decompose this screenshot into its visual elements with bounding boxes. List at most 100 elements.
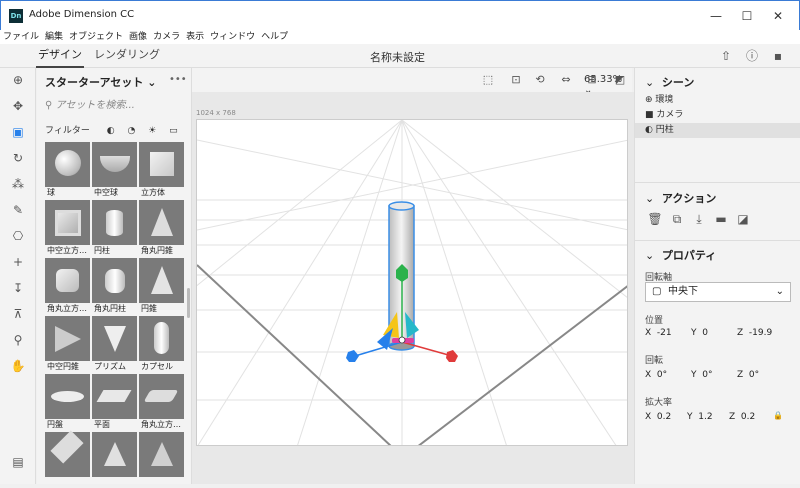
place-icon[interactable]: ◪ bbox=[735, 212, 751, 228]
add-icon[interactable]: ⊕ bbox=[8, 70, 28, 90]
scene-item-environment[interactable]: ⊕ 環境 bbox=[635, 93, 800, 108]
frame-icon[interactable]: ⬚ bbox=[480, 72, 496, 88]
asset-rounded-cone[interactable]: 角丸円錐 bbox=[139, 200, 184, 256]
render-preview-icon[interactable]: ◩ bbox=[612, 72, 628, 88]
scene-item-camera[interactable]: ■ カメラ bbox=[635, 108, 800, 123]
asset-sphere[interactable]: 球 bbox=[45, 142, 90, 198]
position-z-field[interactable]: Z -19.9 bbox=[737, 328, 772, 338]
menu-camera[interactable]: カメラ bbox=[150, 30, 183, 44]
drop-to-ground-icon[interactable]: ⤓ bbox=[691, 212, 707, 228]
menu-view[interactable]: 表示 bbox=[183, 30, 207, 44]
viewport-canvas[interactable] bbox=[196, 119, 628, 446]
feedback-icon[interactable]: ▪ bbox=[770, 48, 786, 64]
filter-row: フィルター ◐ ◔ ☀ ▭ bbox=[45, 123, 178, 136]
camera-dolly-icon[interactable]: ⊞ bbox=[584, 72, 600, 88]
pivot-icon: ▢ bbox=[652, 286, 662, 297]
magic-wand-icon[interactable]: ⁂ bbox=[8, 174, 28, 194]
assets-scrollbar[interactable] bbox=[187, 288, 190, 318]
tool-bar: ⊕ ✥ ▣ ↻ ⁂ ✎ ⎔ + ↧ ⊼ ⚲ ✋ ▤ bbox=[0, 68, 36, 484]
position-x-field[interactable]: X -21 bbox=[645, 328, 672, 338]
scale-x-field[interactable]: X 0.2 bbox=[645, 412, 671, 422]
scene-render bbox=[197, 120, 627, 445]
select-icon[interactable]: ✥ bbox=[8, 96, 28, 116]
move-icon[interactable]: ▣ bbox=[8, 122, 28, 142]
close-button[interactable]: ✕ bbox=[763, 6, 793, 26]
image-filter-icon[interactable]: ▭ bbox=[169, 126, 178, 136]
chevron-down-icon: ⌄ bbox=[775, 286, 784, 297]
menu-image[interactable]: 画像 bbox=[126, 30, 150, 44]
asset-rounded-cylinder[interactable]: 角丸円柱 bbox=[92, 258, 137, 314]
rotation-z-field[interactable]: Z 0° bbox=[737, 370, 759, 380]
rotate-icon[interactable]: ↻ bbox=[8, 148, 28, 168]
tab-design[interactable]: デザイン bbox=[36, 44, 84, 68]
menu-help[interactable]: ヘルプ bbox=[258, 30, 291, 44]
model-icon: ◐ bbox=[645, 125, 653, 135]
asset-pyramid-2[interactable] bbox=[139, 432, 184, 488]
camera-pan-icon[interactable]: ⇔ bbox=[558, 72, 574, 88]
asset-plane[interactable]: 平面 bbox=[92, 374, 137, 430]
filter-label: フィルター bbox=[45, 126, 90, 136]
app-logo: Dn bbox=[9, 9, 23, 23]
menu-object[interactable]: オブジェクト bbox=[66, 30, 126, 44]
material-filter-icon[interactable]: ◔ bbox=[127, 126, 135, 136]
rotation-x-field[interactable]: X 0° bbox=[645, 370, 667, 380]
delete-icon[interactable]: 🗑 bbox=[647, 212, 663, 228]
measure-icon[interactable]: ⊼ bbox=[8, 304, 28, 324]
asset-cube[interactable]: 立方体 bbox=[139, 142, 184, 198]
pivot-dropdown[interactable]: ▢ 中央下 ⌄ bbox=[645, 282, 791, 302]
asset-pyramid[interactable] bbox=[92, 432, 137, 488]
asset-hollow-cube[interactable]: 中空立方… bbox=[45, 200, 90, 256]
maximize-button[interactable]: ☐ bbox=[732, 6, 762, 26]
asset-rounded-cube[interactable]: 角丸立方… bbox=[45, 258, 90, 314]
lock-icon[interactable]: 🔒 bbox=[773, 411, 783, 420]
assets-title[interactable]: スターターアセット ⌄ bbox=[45, 74, 156, 90]
asset-hollow-sphere[interactable]: 中空球 bbox=[92, 142, 137, 198]
assets-panel: スターターアセット ⌄ ••• ⚲ アセットを検索... フィルター ◐ ◔ ☀… bbox=[37, 68, 192, 484]
group-icon[interactable]: ▬ bbox=[713, 212, 729, 228]
title-bar: Dn Adobe Dimension CC — ☐ ✕ bbox=[0, 0, 800, 30]
drop-icon[interactable]: ↧ bbox=[8, 278, 28, 298]
help-icon[interactable]: ⓘ bbox=[744, 48, 760, 64]
asset-rounded-cube-2[interactable]: 角丸立方… bbox=[139, 374, 184, 430]
scene-header[interactable]: ⌄ シーン bbox=[645, 74, 694, 90]
camera-fit-icon[interactable]: ⊡ bbox=[508, 72, 524, 88]
light-filter-icon[interactable]: ☀ bbox=[148, 126, 156, 136]
right-panel: ⌄ シーン ⊕ 環境 ■ カメラ ◐ 円柱 ⌄ アクション 🗑 ⧉ ⤓ ▬ ◪ … bbox=[634, 68, 800, 484]
minimize-button[interactable]: — bbox=[701, 6, 731, 26]
actions-header[interactable]: ⌄ アクション bbox=[645, 190, 716, 206]
camera-orbit-icon[interactable]: ⟲ bbox=[532, 72, 548, 88]
more-icon[interactable]: ••• bbox=[169, 74, 187, 85]
share-icon[interactable]: ⇧ bbox=[718, 48, 734, 64]
rotation-label: 回転 bbox=[645, 356, 664, 366]
divider bbox=[635, 182, 800, 183]
search-input[interactable]: ⚲ アセットを検索... bbox=[45, 96, 183, 112]
eyedropper-icon[interactable]: ✎ bbox=[8, 200, 28, 220]
hand-icon[interactable]: ✋ bbox=[8, 356, 28, 376]
menu-file[interactable]: ファイル bbox=[0, 30, 42, 44]
position-y-field[interactable]: Y 0 bbox=[691, 328, 708, 338]
asset-disc[interactable]: 円盤 bbox=[45, 374, 90, 430]
asset-capsule[interactable]: カプセル bbox=[139, 316, 184, 372]
globe-icon: ⊕ bbox=[645, 95, 653, 105]
menu-edit[interactable]: 編集 bbox=[42, 30, 66, 44]
panel-toggle-icon[interactable]: ▤ bbox=[8, 452, 28, 472]
zoom-icon[interactable]: ⚲ bbox=[8, 330, 28, 350]
asset-hollow-cone[interactable]: 中空円錐 bbox=[45, 316, 90, 372]
model-filter-icon[interactable]: ◐ bbox=[107, 126, 115, 136]
duplicate-icon[interactable]: ⧉ bbox=[669, 212, 685, 228]
asset-cone[interactable]: 円錐 bbox=[139, 258, 184, 314]
properties-header[interactable]: ⌄ プロパティ bbox=[645, 247, 716, 263]
paint-icon[interactable]: ⎔ bbox=[8, 226, 28, 246]
scale-y-field[interactable]: Y 1.2 bbox=[687, 412, 713, 422]
plus-tool-icon[interactable]: + bbox=[8, 252, 28, 272]
asset-cylinder[interactable]: 円柱 bbox=[92, 200, 137, 256]
asset-prism[interactable]: プリズム bbox=[92, 316, 137, 372]
chevron-down-icon: ⌄ bbox=[147, 76, 157, 89]
tab-render[interactable]: レンダリング bbox=[94, 44, 160, 68]
asset-diamond[interactable] bbox=[45, 430, 90, 488]
canvas-size-label: 1024 x 768 bbox=[196, 109, 236, 117]
scene-item-cylinder[interactable]: ◐ 円柱 bbox=[635, 123, 800, 138]
rotation-y-field[interactable]: Y 0° bbox=[691, 370, 712, 380]
menu-window[interactable]: ウィンドウ bbox=[207, 30, 258, 44]
scale-z-field[interactable]: Z 0.2 bbox=[729, 412, 755, 422]
